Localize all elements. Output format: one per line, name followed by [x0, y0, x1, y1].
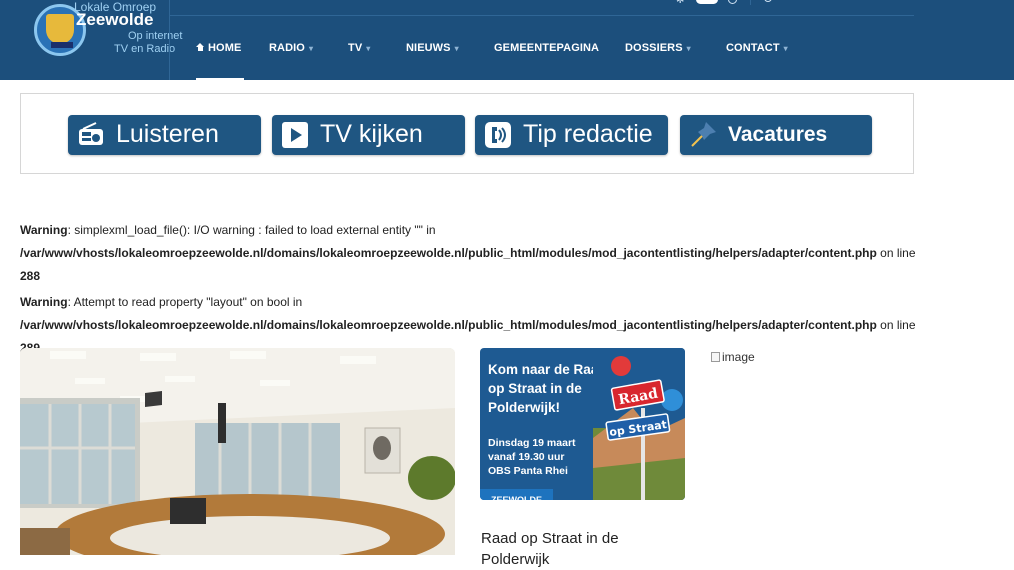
controls-divider	[750, 0, 751, 5]
nav-item-label: DOSSIERS	[625, 42, 683, 54]
nav-item-gemeentepagina[interactable]: GEMEENTEPAGINA	[494, 42, 599, 54]
pushpin-icon	[691, 122, 716, 147]
council-room-photo[interactable]	[20, 348, 455, 555]
nav-item-label: HOME	[208, 42, 242, 54]
warning-path: /var/www/vhosts/lokaleomroepzeewolde.nl/…	[20, 246, 877, 260]
nav-active-indicator	[196, 78, 244, 80]
chevron-down-icon: ▾	[366, 44, 371, 53]
promo-tag: ZEEWOLDE	[480, 489, 553, 500]
broken-image-icon	[711, 352, 720, 362]
promo-details: Dinsdag 19 maart vanaf 19.30 uur OBS Pan…	[488, 436, 608, 478]
nav-item-label: RADIO	[269, 42, 305, 54]
site-header: Lokale Omroep Zeewolde Op internet TV en…	[0, 0, 1014, 80]
nav-item-label: TV	[348, 42, 363, 54]
nav-item-radio[interactable]: RADIO ▾	[269, 42, 313, 54]
phone-icon	[485, 122, 511, 148]
promo-time: vanaf 19.30 uur	[488, 451, 565, 463]
promo-sign-photo: Raad op Straat	[593, 348, 685, 500]
quick-links-banner: Luisteren TV kijken Tip redactie Vacatur…	[20, 93, 914, 174]
nav-item-dossiers[interactable]: DOSSIERS ▾	[625, 42, 691, 54]
theme-toggle[interactable]	[696, 0, 718, 4]
tv-watch-button[interactable]: TV kijken	[272, 115, 465, 155]
listen-button-label: Luisteren	[116, 120, 219, 148]
warning-line-number: 288	[20, 269, 41, 283]
header-topline	[170, 15, 914, 16]
moon-icon	[728, 0, 737, 4]
promo-headline: Kom naar de Raad op Straat in de Polderw…	[488, 362, 607, 415]
nav-item-tv[interactable]: TV ▾	[348, 42, 370, 54]
chevron-down-icon: ▾	[454, 44, 459, 53]
chevron-down-icon: ▾	[783, 44, 788, 53]
nav-item-nieuws[interactable]: NIEUWS ▾	[406, 42, 459, 54]
nav-item-label: GEMEENTEPAGINA	[494, 42, 600, 54]
tv-watch-button-label: TV kijken	[320, 120, 423, 148]
promo-banner[interactable]: Kom naar de Raad op Straat in de Polderw…	[480, 348, 685, 500]
image-alt-text: image	[722, 350, 755, 364]
sun-icon: ✲	[676, 0, 685, 6]
article-title[interactable]: Raad op Straat in de Polderwijk	[481, 528, 681, 570]
tip-editorial-button[interactable]: Tip redactie	[475, 115, 668, 155]
nav-item-contact[interactable]: CONTACT ▾	[726, 42, 788, 54]
listen-button[interactable]: Luisteren	[68, 115, 261, 155]
home-icon	[196, 43, 205, 51]
php-warning: Warning: simplexml_load_file(): I/O warn…	[20, 219, 920, 288]
logo-text-main: Zeewolde	[76, 10, 154, 29]
warning-message: : Attempt to read property "layout" on b…	[67, 295, 303, 309]
warning-on-line: on line	[876, 246, 916, 260]
nav-item-label: NIEUWS	[406, 42, 451, 54]
search-icon[interactable]	[764, 0, 772, 2]
promo-location: OBS Panta Rhei	[488, 465, 568, 477]
warning-message: : simplexml_load_file(): I/O warning : f…	[67, 223, 436, 237]
logo-text-sub2: TV en Radio	[114, 43, 176, 55]
nav-item-label: CONTACT	[726, 42, 780, 54]
radio-icon	[79, 122, 103, 145]
warning-path: /var/www/vhosts/lokaleomroepzeewolde.nl/…	[20, 318, 877, 332]
warning-on-line: on line	[876, 318, 916, 332]
nav-item-home[interactable]: HOME	[196, 42, 241, 54]
logo-text-sub1: Op internet	[128, 30, 183, 42]
play-icon	[282, 122, 308, 148]
chevron-down-icon: ▾	[686, 44, 691, 53]
warning-prefix: Warning	[20, 223, 68, 237]
tip-editorial-button-label: Tip redactie	[523, 120, 653, 148]
vacancies-button-label: Vacatures	[728, 123, 828, 146]
chevron-down-icon: ▾	[308, 44, 314, 53]
promo-date: Dinsdag 19 maart	[488, 437, 576, 449]
header-divider	[169, 0, 170, 80]
vacancies-button[interactable]: Vacatures	[680, 115, 872, 155]
site-logo[interactable]: Lokale Omroep Zeewolde Op internet TV en…	[30, 0, 182, 62]
warning-prefix: Warning	[20, 295, 68, 309]
broken-image: image	[711, 350, 755, 364]
